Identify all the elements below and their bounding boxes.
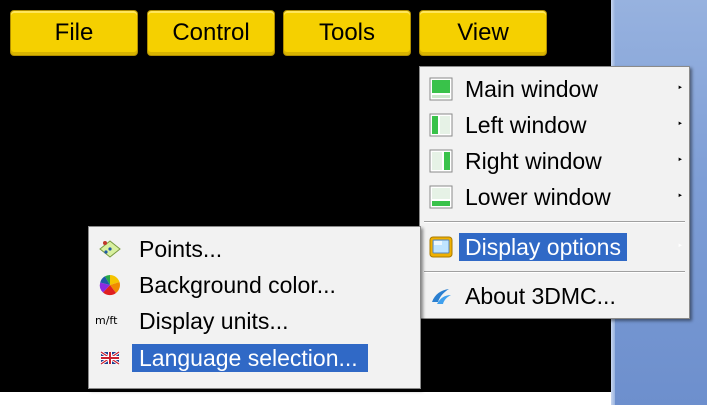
menu-tools[interactable]: Tools — [283, 10, 411, 56]
view-menu-item-about[interactable]: About 3DMC... — [423, 278, 686, 314]
submenu-arrow-icon: ‣ — [677, 155, 683, 166]
bottom-strip — [0, 392, 611, 405]
menu-view[interactable]: View — [419, 10, 547, 56]
3dmc-logo-icon — [432, 289, 451, 304]
display-options-item-points[interactable]: Points... — [92, 231, 417, 267]
view-menu-item-left-window[interactable]: Left window ‣ — [423, 107, 686, 143]
right-window-layout-icon — [429, 149, 453, 173]
display-options-item-label: Language selection... — [132, 344, 368, 372]
view-menu-item-main-window[interactable]: Main window ‣ — [423, 71, 686, 107]
view-menu-item-label: About 3DMC... — [465, 283, 616, 309]
menu-separator — [424, 271, 685, 273]
view-menu-item-label: Display options — [459, 233, 627, 261]
submenu-arrow-icon: ‣ — [677, 83, 683, 94]
display-options-item-label: Display units... — [139, 308, 289, 334]
submenu-arrow-icon: ‣ — [677, 241, 683, 252]
view-menu-item-lower-window[interactable]: Lower window ‣ — [423, 179, 686, 215]
menu-separator — [424, 221, 685, 223]
view-menu-item-right-window[interactable]: Right window ‣ — [423, 143, 686, 179]
lower-window-layout-icon — [429, 185, 453, 209]
view-menu-item-label: Lower window — [465, 184, 611, 210]
display-options-item-background-color[interactable]: Background color... — [92, 267, 417, 303]
display-options-icon — [429, 236, 453, 258]
display-options-item-label: Points... — [139, 236, 223, 262]
view-menu-item-label: Right window — [465, 148, 602, 174]
view-menu-item-display-options[interactable]: Display options ‣ — [423, 229, 686, 265]
points-icon — [99, 240, 121, 258]
menu-control[interactable]: Control — [147, 10, 275, 56]
left-window-layout-icon — [429, 113, 453, 137]
color-wheel-icon — [99, 274, 120, 296]
submenu-arrow-icon: ‣ — [677, 191, 683, 202]
menu-file[interactable]: File — [10, 10, 138, 56]
view-menu-item-label: Main window — [465, 76, 598, 102]
submenu-arrow-icon: ‣ — [677, 119, 683, 130]
display-options-item-language-selection[interactable]: Language selection... — [92, 340, 417, 376]
display-options-item-display-units[interactable]: m/ft Display units... — [92, 303, 417, 339]
uk-flag-icon — [100, 350, 120, 366]
display-options-menu: Points... Background color... m/ft Displ… — [88, 226, 421, 389]
view-menu-item-label: Left window — [465, 112, 587, 138]
main-window-layout-icon — [429, 77, 453, 101]
units-icon: m/ft — [95, 314, 118, 327]
view-menu: Main window ‣ Left window ‣ Right window… — [419, 66, 690, 319]
display-options-item-label: Background color... — [139, 272, 336, 298]
